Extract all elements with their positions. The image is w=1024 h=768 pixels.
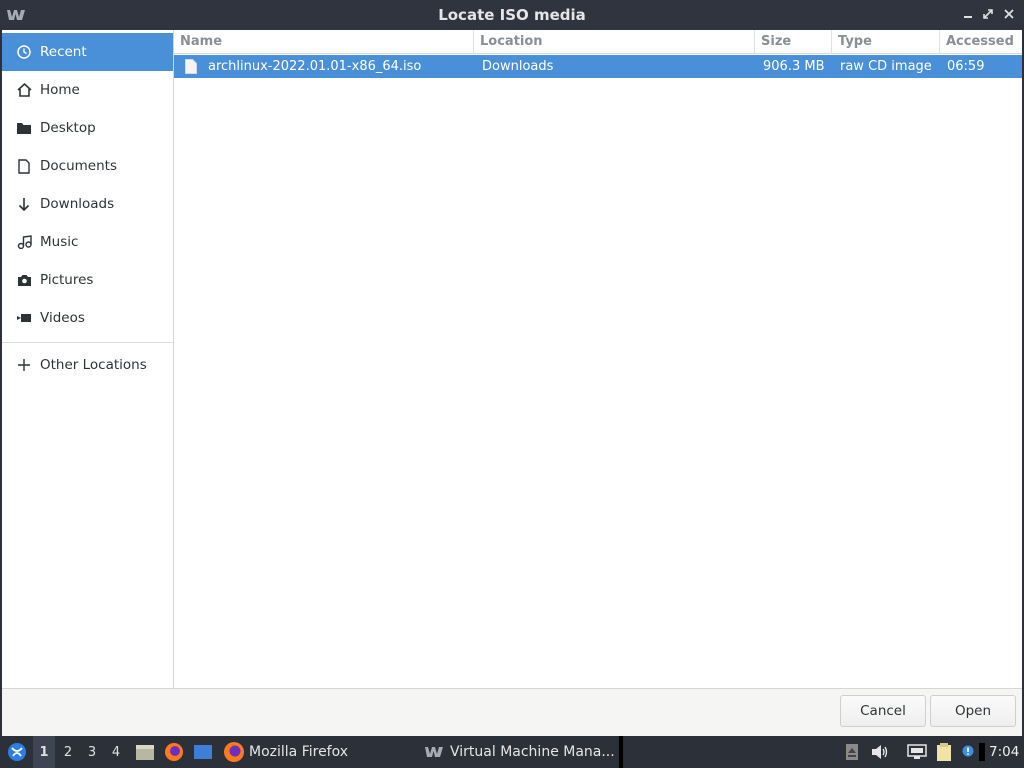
sidebar-item-other-locations[interactable]: Other Locations	[2, 346, 173, 384]
sidebar-item-documents[interactable]: Documents	[2, 147, 173, 185]
places-sidebar: Recent Home Desktop Documents Downloads	[2, 30, 174, 688]
start-menu-button[interactable]	[4, 736, 30, 768]
camera-icon	[16, 272, 32, 288]
sidebar-item-home[interactable]: Home	[2, 71, 173, 109]
download-arrow-icon	[16, 196, 32, 212]
column-header-location[interactable]: Location	[474, 30, 755, 54]
sidebar-item-label: Recent	[40, 44, 87, 60]
firefox-launcher-icon[interactable]	[163, 736, 185, 768]
sidebar-item-label: Desktop	[40, 120, 96, 136]
music-note-icon	[16, 234, 32, 250]
workspace-1[interactable]: 1	[33, 736, 55, 768]
lxqt-logo-icon	[8, 743, 26, 761]
task-virt-manager[interactable]: Virtual Machine Mana...	[425, 736, 617, 768]
dialog-action-area: Cancel Open	[2, 688, 1022, 737]
task-label: Virtual Machine Mana...	[450, 744, 615, 760]
table-row[interactable]: archlinux-2022.01.01-x86_64.iso Download…	[174, 55, 1022, 78]
workspace-3[interactable]: 3	[81, 736, 103, 768]
file-manager-launcher-icon[interactable]	[134, 736, 156, 768]
close-button[interactable]	[1002, 7, 1016, 21]
volume-icon[interactable]	[870, 736, 890, 768]
clipboard-icon[interactable]	[934, 736, 954, 768]
file-list: Name Location Size Type Accessed archlin…	[174, 30, 1022, 688]
sidebar-item-label: Other Locations	[40, 357, 147, 373]
sidebar-item-pictures[interactable]: Pictures	[2, 261, 173, 299]
sidebar-item-downloads[interactable]: Downloads	[2, 185, 173, 223]
taskbar: 1 2 3 4 Mozilla Firefox Virtual Machine …	[0, 736, 1024, 768]
sidebar-item-desktop[interactable]: Desktop	[2, 109, 173, 147]
show-desktop-icon[interactable]	[192, 736, 214, 768]
sidebar-item-label: Music	[40, 234, 79, 250]
plus-icon	[16, 357, 32, 373]
file-type: raw CD image	[840, 59, 932, 74]
workspace-4[interactable]: 4	[105, 736, 127, 768]
file-name: archlinux-2022.01.01-x86_64.iso	[208, 59, 422, 74]
video-icon	[16, 310, 32, 326]
sidebar-item-recent[interactable]: Recent	[2, 33, 173, 71]
dialog-title: Locate ISO media	[438, 6, 586, 24]
home-icon	[16, 82, 32, 98]
clock-icon	[16, 44, 32, 60]
sidebar-item-label: Home	[40, 82, 80, 98]
column-header-accessed[interactable]: Accessed	[940, 30, 1022, 54]
open-button[interactable]: Open	[930, 695, 1016, 727]
network-icon[interactable]	[906, 736, 928, 768]
notification-icon[interactable]	[960, 736, 976, 768]
tray-divider	[978, 736, 985, 768]
dialog-titlebar[interactable]: Locate ISO media	[0, 0, 1024, 30]
task-divider	[619, 736, 623, 768]
file-accessed: 06:59	[947, 59, 985, 74]
file-size: 906.3 MB	[763, 59, 825, 74]
column-header-size[interactable]: Size	[755, 30, 832, 54]
task-label: Mozilla Firefox	[249, 744, 349, 760]
file-location: Downloads	[482, 59, 554, 74]
folder-icon	[16, 120, 32, 136]
minimize-button[interactable]	[961, 7, 975, 21]
sidebar-divider	[2, 342, 173, 343]
file-chooser-dialog: Recent Home Desktop Documents Downloads	[2, 30, 1022, 737]
sidebar-item-label: Videos	[40, 310, 85, 326]
task-firefox[interactable]: Mozilla Firefox	[223, 736, 348, 768]
file-icon	[185, 59, 197, 78]
sidebar-item-label: Documents	[40, 158, 117, 174]
firefox-icon	[224, 742, 244, 762]
sidebar-item-label: Pictures	[40, 272, 94, 288]
sidebar-item-label: Downloads	[40, 196, 115, 212]
cancel-button[interactable]: Cancel	[840, 695, 926, 727]
clock[interactable]: 7:04	[989, 736, 1019, 768]
maximize-button[interactable]	[981, 7, 995, 21]
column-header-type[interactable]: Type	[832, 30, 940, 54]
eject-icon[interactable]	[843, 736, 861, 768]
workspace-2[interactable]: 2	[57, 736, 79, 768]
sidebar-item-videos[interactable]: Videos	[2, 299, 173, 337]
column-header-name[interactable]: Name	[174, 30, 474, 54]
document-icon	[16, 158, 32, 174]
sidebar-item-music[interactable]: Music	[2, 223, 173, 261]
virt-manager-icon	[425, 746, 443, 757]
